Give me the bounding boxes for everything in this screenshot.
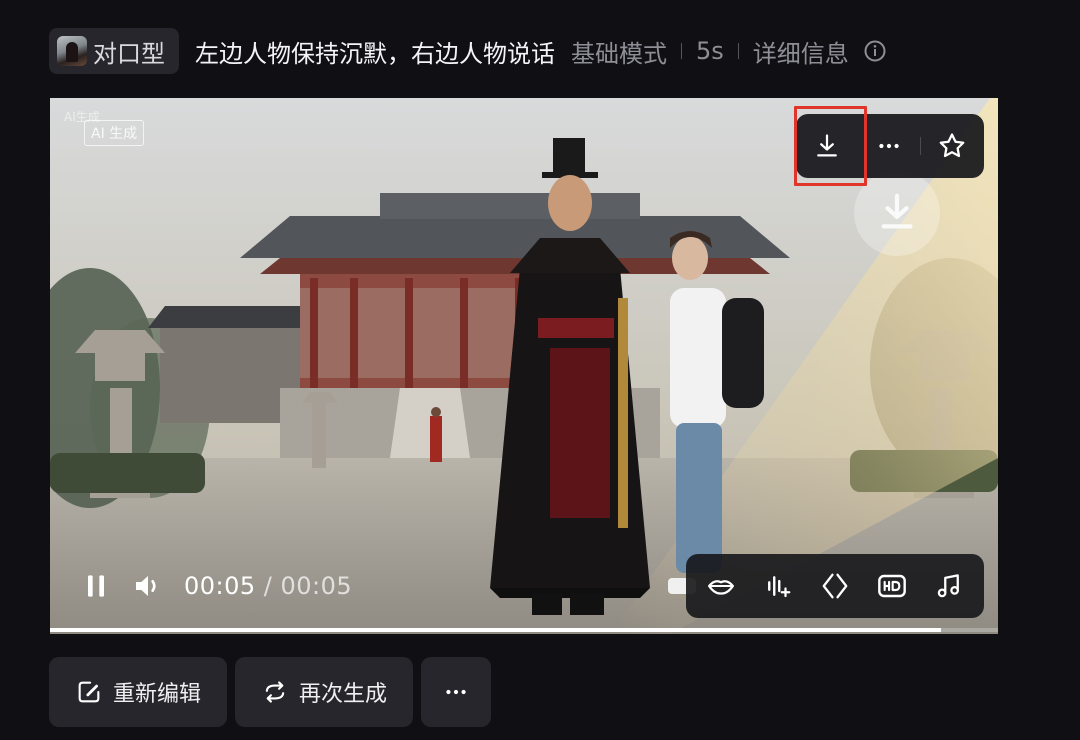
details-link[interactable]: 详细信息 (753, 34, 849, 69)
video-player[interactable]: AI生成 AI 生成 00:05 / 00:05 (50, 98, 998, 634)
hd-icon (878, 574, 907, 598)
star-icon (939, 133, 965, 158)
download-highlight-box (794, 106, 867, 186)
info-icon[interactable] (863, 39, 887, 63)
more-options-button[interactable] (858, 114, 920, 178)
regenerate-label: 再次生成 (299, 682, 388, 707)
music-button[interactable] (927, 564, 971, 608)
audio-wave-icon (767, 576, 791, 598)
frame-icon (822, 573, 848, 599)
type-thumbnail (57, 36, 87, 66)
prompt-text: 左边人物保持沉默，右边人物说话 (195, 39, 555, 68)
time-separator: / (255, 572, 281, 600)
mode-label: 基础模式 (571, 39, 667, 68)
meta-divider (737, 43, 739, 59)
music-note-icon (938, 574, 960, 598)
re-edit-button[interactable]: 重新编辑 (49, 657, 228, 727)
ai-watermark: AI 生成 (84, 120, 145, 146)
result-actions: 重新编辑 再次生成 (49, 657, 492, 727)
video-progress-bar[interactable] (50, 628, 998, 632)
video-bottom-toolbar (686, 554, 984, 618)
hd-button[interactable] (870, 564, 914, 608)
meta-info: 基础模式 5s 详细信息 (571, 34, 887, 69)
regenerate-button[interactable]: 再次生成 (235, 657, 414, 727)
duration-label: 5s (696, 37, 724, 65)
playback-controls: 00:05 / 00:05 (80, 566, 352, 606)
video-progress-fill (50, 628, 942, 632)
time-display: 00:05 / 00:05 (184, 572, 352, 600)
lip-sync-icon (707, 580, 734, 595)
total-time: 00:05 (280, 572, 353, 600)
pause-button[interactable] (80, 570, 112, 602)
audio-wave-button[interactable] (756, 564, 800, 608)
lip-sync-button[interactable] (699, 564, 743, 608)
more-actions-button[interactable] (421, 657, 492, 727)
type-label: 对口型 (93, 39, 165, 68)
re-edit-label: 重新编辑 (113, 682, 202, 707)
volume-button[interactable] (132, 570, 164, 602)
type-chip[interactable]: 对口型 (49, 28, 179, 74)
result-header: 对口型 左边人物保持沉默，右边人物说话 基础模式 5s 详细信息 (49, 28, 887, 74)
frame-button[interactable] (813, 564, 857, 608)
meta-divider (681, 43, 682, 59)
more-icon (879, 143, 899, 149)
more-icon (446, 689, 466, 695)
current-time: 00:05 (184, 572, 256, 600)
edit-icon (78, 681, 100, 703)
favorite-button[interactable] (921, 114, 983, 178)
refresh-icon (265, 681, 285, 703)
